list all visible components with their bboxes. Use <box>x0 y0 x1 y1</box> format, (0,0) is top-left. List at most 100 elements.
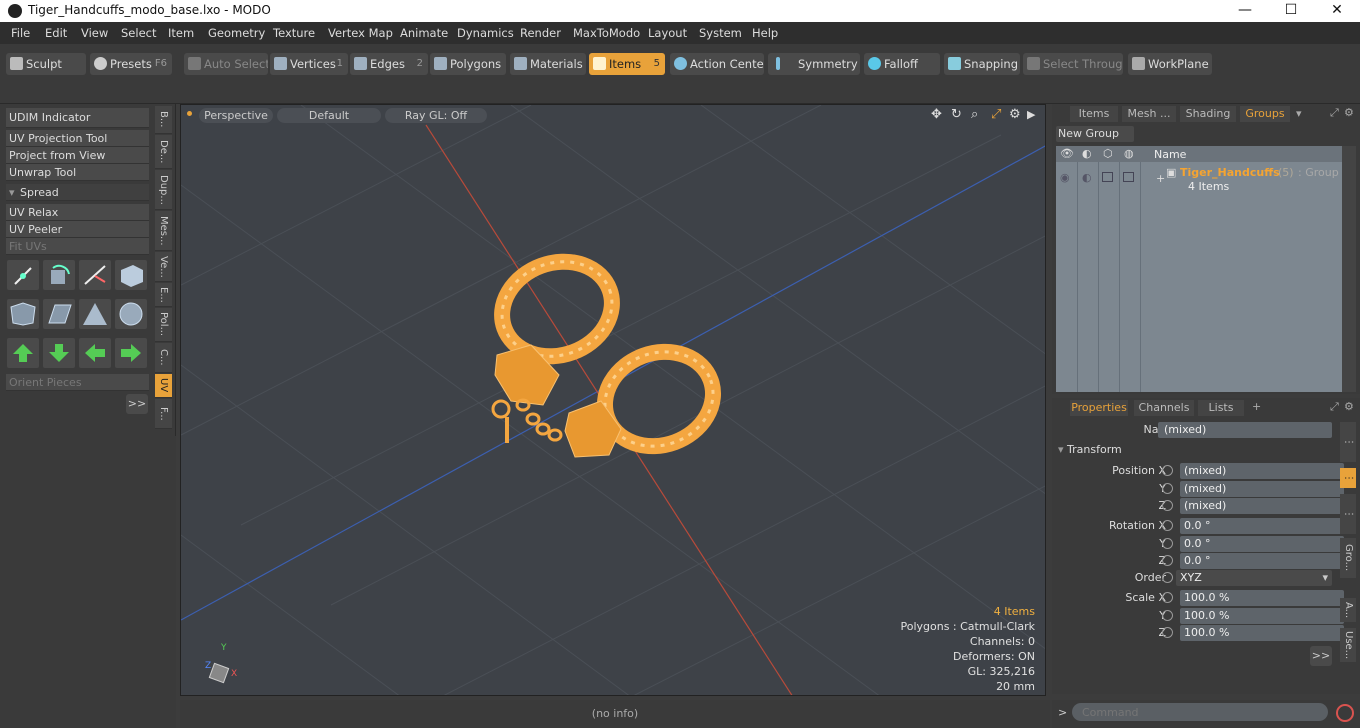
close-button[interactable]: ✕ <box>1314 0 1360 22</box>
record-icon[interactable] <box>1336 704 1354 722</box>
menu-vertex-map[interactable]: Vertex Map <box>328 26 393 40</box>
menu-render[interactable]: Render <box>520 26 561 40</box>
menu-file[interactable]: File <box>11 26 30 40</box>
uv-sphere-icon[interactable] <box>115 299 147 329</box>
zoom-icon[interactable]: ⌕ <box>971 107 978 122</box>
project-from-view-button[interactable]: Project from View <box>6 147 149 164</box>
tab-properties[interactable]: Properties <box>1070 400 1128 416</box>
view-type-button[interactable]: Perspective <box>199 108 273 123</box>
groups-scrollbar[interactable] <box>1342 146 1356 392</box>
select-through-button[interactable]: Select Through <box>1023 53 1123 75</box>
fit-uvs-button[interactable]: Fit UVs <box>6 238 149 255</box>
panel-gear-icon[interactable]: ⚙ <box>1344 400 1354 413</box>
keyframe-icon[interactable] <box>1162 538 1173 549</box>
edges-button[interactable]: Edges 2 <box>350 53 428 75</box>
vtab-fusion[interactable]: F... <box>155 399 172 429</box>
tab-lists[interactable]: Lists <box>1198 400 1244 416</box>
pan-icon[interactable]: ✥ <box>931 107 942 122</box>
menu-view[interactable]: View <box>81 26 108 40</box>
keyframe-icon[interactable] <box>1162 627 1173 638</box>
rotation-z-field[interactable]: 0.0 ° <box>1180 553 1344 569</box>
menu-animate[interactable]: Animate <box>400 26 448 40</box>
sculpt-button[interactable]: Sculpt <box>6 53 86 75</box>
uv-grid-icon[interactable] <box>43 299 75 329</box>
tab-menu-chevron-icon[interactable]: ▾ <box>1296 107 1302 120</box>
rvtab-a[interactable]: A... <box>1340 598 1356 622</box>
scale-y-field[interactable]: 100.0 % <box>1180 608 1344 624</box>
raygl-button[interactable]: Ray GL: Off <box>385 108 487 123</box>
gear-icon[interactable]: ⚙ <box>1009 107 1021 122</box>
position-y-field[interactable]: (mixed) <box>1180 481 1344 497</box>
rotation-x-field[interactable]: 0.0 ° <box>1180 518 1344 534</box>
left-more-button[interactable]: >> <box>126 394 148 414</box>
vtab-polygon[interactable]: Pol... <box>155 308 172 342</box>
lock-toggle-icon[interactable] <box>1123 172 1134 182</box>
uv-relax-button[interactable]: UV Relax <box>6 204 149 221</box>
menu-dynamics[interactable]: Dynamics <box>457 26 514 40</box>
materials-button[interactable]: Materials <box>510 53 586 75</box>
3d-viewport[interactable]: Perspective Default Ray GL: Off ✥ ↻ ⌕ ⤢ … <box>180 104 1046 696</box>
uv-peeler-button[interactable]: UV Peeler <box>6 221 149 238</box>
uv-move-icon[interactable] <box>7 260 39 290</box>
menu-select[interactable]: Select <box>121 26 156 40</box>
command-input[interactable] <box>1072 703 1328 721</box>
menu-help[interactable]: Help <box>752 26 778 40</box>
uv-planar-icon[interactable] <box>7 299 39 329</box>
panel-gear-icon[interactable]: ⚙ <box>1344 106 1354 119</box>
keyframe-icon[interactable] <box>1162 555 1173 566</box>
spread-section[interactable]: ▾ Spread <box>6 184 149 201</box>
rvtab-dots-2[interactable]: ⋮ <box>1340 494 1356 534</box>
minimize-button[interactable]: — <box>1222 0 1268 22</box>
action-center-button[interactable]: Action Center <box>670 53 764 75</box>
arrow-right-icon[interactable] <box>115 338 147 368</box>
falloff-button[interactable]: Falloff <box>864 53 940 75</box>
uv-rotate-icon[interactable] <box>43 260 75 290</box>
arrow-left-icon[interactable] <box>79 338 111 368</box>
select-toggle-icon[interactable] <box>1102 172 1113 182</box>
tab-groups[interactable]: Groups <box>1240 106 1290 122</box>
shading-button[interactable]: Default <box>277 108 381 123</box>
menu-geometry[interactable]: Geometry <box>208 26 265 40</box>
menu-maxtomodo[interactable]: MaxToModo <box>573 26 640 40</box>
render-toggle-icon[interactable]: ◐ <box>1082 171 1092 184</box>
vtab-duplicate[interactable]: Dup... <box>155 170 172 210</box>
transform-section[interactable]: ▾ Transform <box>1058 443 1338 459</box>
maximize-panel-icon[interactable]: ⤢ <box>1330 106 1339 120</box>
menu-layout[interactable]: Layout <box>648 26 687 40</box>
tab-mesh[interactable]: Mesh ... <box>1122 106 1176 122</box>
visibility-toggle-icon[interactable]: ◉ <box>1060 171 1070 184</box>
expand-plus-icon[interactable]: + <box>1156 172 1165 185</box>
menu-texture[interactable]: Texture <box>273 26 315 40</box>
keyframe-icon[interactable] <box>1162 500 1173 511</box>
arrow-up-icon[interactable] <box>7 338 39 368</box>
scale-x-field[interactable]: 100.0 % <box>1180 590 1344 606</box>
polygons-button[interactable]: Polygons <box>430 53 506 75</box>
rvtab-user[interactable]: Use... <box>1340 628 1356 662</box>
presets-button[interactable]: Presets F6 <box>90 53 172 75</box>
rvtab-groups[interactable]: Gro... <box>1340 538 1356 578</box>
uv-pyramid-icon[interactable] <box>79 299 111 329</box>
expand-arrow-icon[interactable]: ▶ <box>1027 108 1035 121</box>
auto-select-button[interactable]: Auto Select <box>184 53 268 75</box>
vtab-mesh[interactable]: Mes... <box>155 211 172 251</box>
keyframe-icon[interactable] <box>1162 610 1173 621</box>
order-select[interactable]: XYZ ▾ <box>1176 570 1332 586</box>
workplane-button[interactable]: WorkPlane <box>1128 53 1212 75</box>
uv-scale-icon[interactable] <box>79 260 111 290</box>
udim-indicator-button[interactable]: UDIM Indicator <box>6 108 149 128</box>
fit-view-icon[interactable]: ⤢ <box>991 107 1001 122</box>
position-x-field[interactable]: (mixed) <box>1180 463 1344 479</box>
vtab-uv[interactable]: UV <box>155 374 172 398</box>
vertices-button[interactable]: Vertices 1 <box>270 53 348 75</box>
vtab-curve[interactable]: C... <box>155 343 172 373</box>
vtab-edge[interactable]: E... <box>155 283 172 307</box>
handcuffs-model[interactable] <box>489 247 727 461</box>
vtab-basic[interactable]: B... <box>155 106 172 134</box>
keyframe-icon[interactable] <box>1162 592 1173 603</box>
rotation-y-field[interactable]: 0.0 ° <box>1180 536 1344 552</box>
maximize-button[interactable]: ☐ <box>1268 0 1314 22</box>
properties-more-button[interactable]: >> <box>1310 646 1332 666</box>
symmetry-button[interactable]: Symmetry <box>768 53 860 75</box>
uv-box-icon[interactable] <box>115 260 147 290</box>
keyframe-icon[interactable] <box>1162 465 1173 476</box>
